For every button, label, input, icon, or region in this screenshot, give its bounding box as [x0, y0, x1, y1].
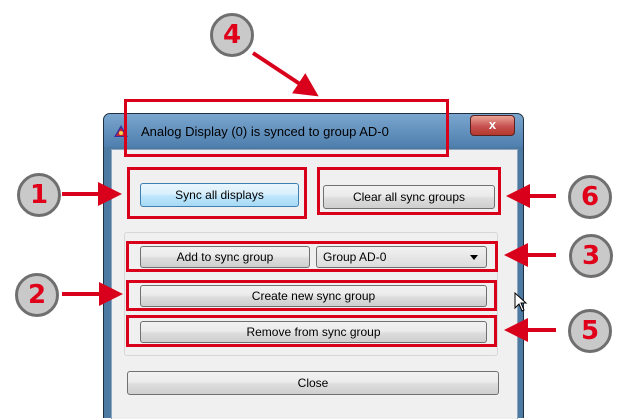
arrow-4 [251, 51, 319, 97]
annotation-arrows [62, 51, 556, 342]
callout-6: 6 [568, 175, 612, 219]
callout-4: 4 [210, 13, 254, 57]
callout-3: 3 [569, 234, 613, 278]
callout-1: 1 [17, 173, 61, 217]
callout-5: 5 [568, 309, 612, 353]
mouse-cursor-icon [514, 292, 528, 312]
callout-2: 2 [15, 273, 59, 317]
